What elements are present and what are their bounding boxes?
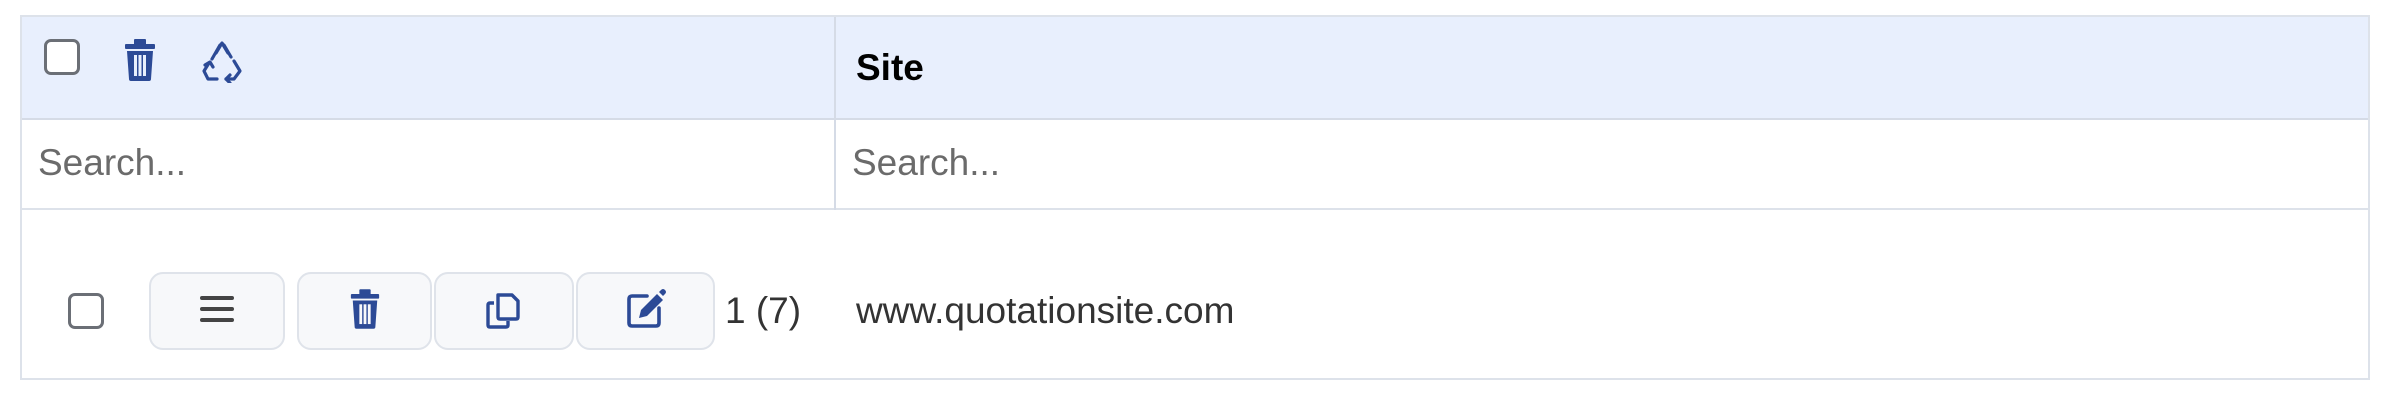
header-row: Site [22, 17, 2368, 120]
row-menu-button[interactable] [149, 272, 285, 350]
row-edit-button[interactable] [576, 272, 715, 350]
row-delete-button[interactable] [297, 272, 432, 350]
column-divider [834, 17, 836, 210]
site-column-header[interactable]: Site [856, 17, 924, 118]
select-all-checkbox[interactable] [44, 39, 80, 75]
search-input-col1[interactable] [22, 118, 834, 208]
recycle-icon[interactable] [200, 39, 244, 83]
row-checkbox[interactable] [68, 293, 104, 329]
search-row [22, 118, 2368, 210]
copy-icon [484, 289, 524, 334]
site-cell[interactable]: www.quotationsite.com [856, 272, 1234, 350]
search-input-site[interactable] [836, 118, 2366, 208]
data-grid: Site Search... Search... 1 (7) www.quota… [20, 15, 2370, 380]
trash-icon[interactable] [123, 39, 157, 81]
trash-icon [349, 288, 381, 334]
table-row[interactable]: 1 (7) www.quotationsite.com [22, 210, 2368, 378]
edit-icon [625, 288, 667, 335]
menu-icon [200, 294, 234, 329]
row-copy-button[interactable] [434, 272, 574, 350]
row-count-label: 1 (7) [725, 290, 802, 331]
